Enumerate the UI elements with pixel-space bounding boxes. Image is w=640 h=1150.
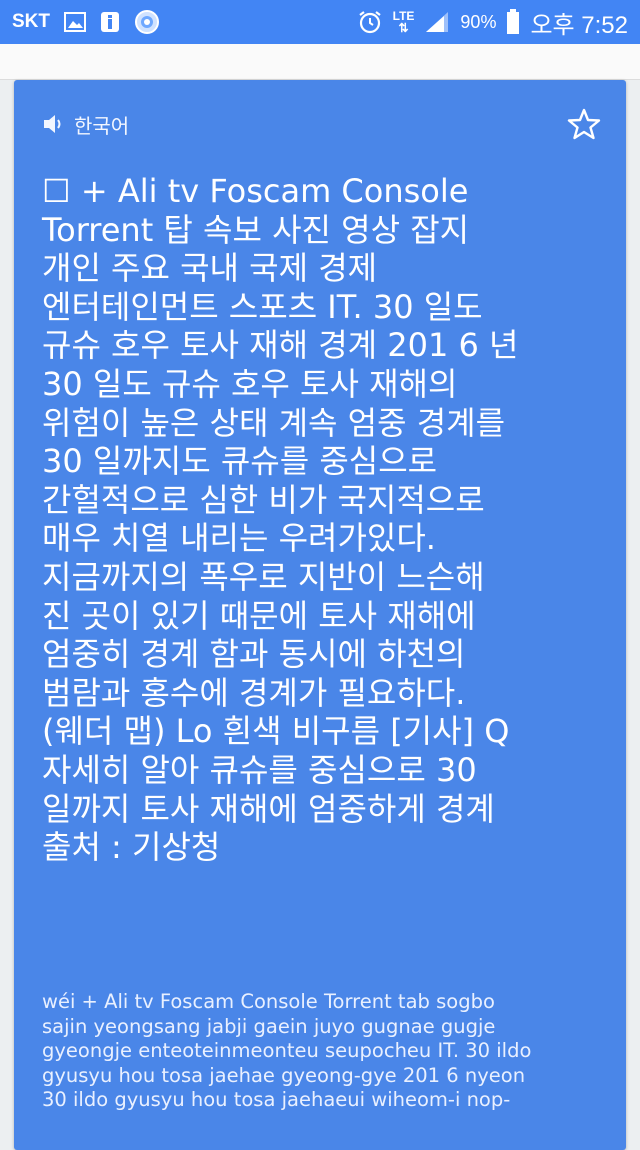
status-bar: SKT LTE ⇅ 90% 오후 7:52	[0, 0, 640, 44]
carrier-label: SKT	[12, 11, 50, 32]
source-text[interactable]: ☐ + Ali tv Foscam Console Torrent 탑 속보 사…	[42, 172, 612, 867]
card-header: 한국어	[42, 108, 602, 140]
battery-percent: 90%	[460, 11, 497, 32]
image-icon	[64, 12, 86, 32]
clock: 오후 7:52	[530, 11, 628, 39]
network-indicator: LTE ⇅	[393, 10, 415, 34]
star-button[interactable]	[566, 106, 602, 142]
toolbar-strip	[0, 44, 640, 80]
romanization-text: wéi + Ali tv Foscam Console Torrent tab …	[42, 990, 532, 1111]
battery-icon	[506, 9, 520, 35]
app-icon	[134, 9, 160, 35]
info-icon	[100, 11, 120, 33]
data-arrows-icon: ⇅	[398, 21, 409, 35]
star-outline-icon[interactable]	[567, 107, 601, 141]
alarm-icon	[357, 9, 383, 35]
status-right: LTE ⇅ 90% 오후 7:52	[357, 5, 628, 40]
status-left: SKT	[12, 9, 160, 35]
volume-icon[interactable]	[42, 113, 66, 135]
signal-icon	[424, 10, 450, 34]
language-label: 한국어	[74, 113, 130, 138]
language-selector[interactable]: 한국어	[42, 110, 129, 139]
translation-card: 한국어 ☐ + Ali tv Foscam Console Torrent 탑 …	[14, 80, 626, 1150]
